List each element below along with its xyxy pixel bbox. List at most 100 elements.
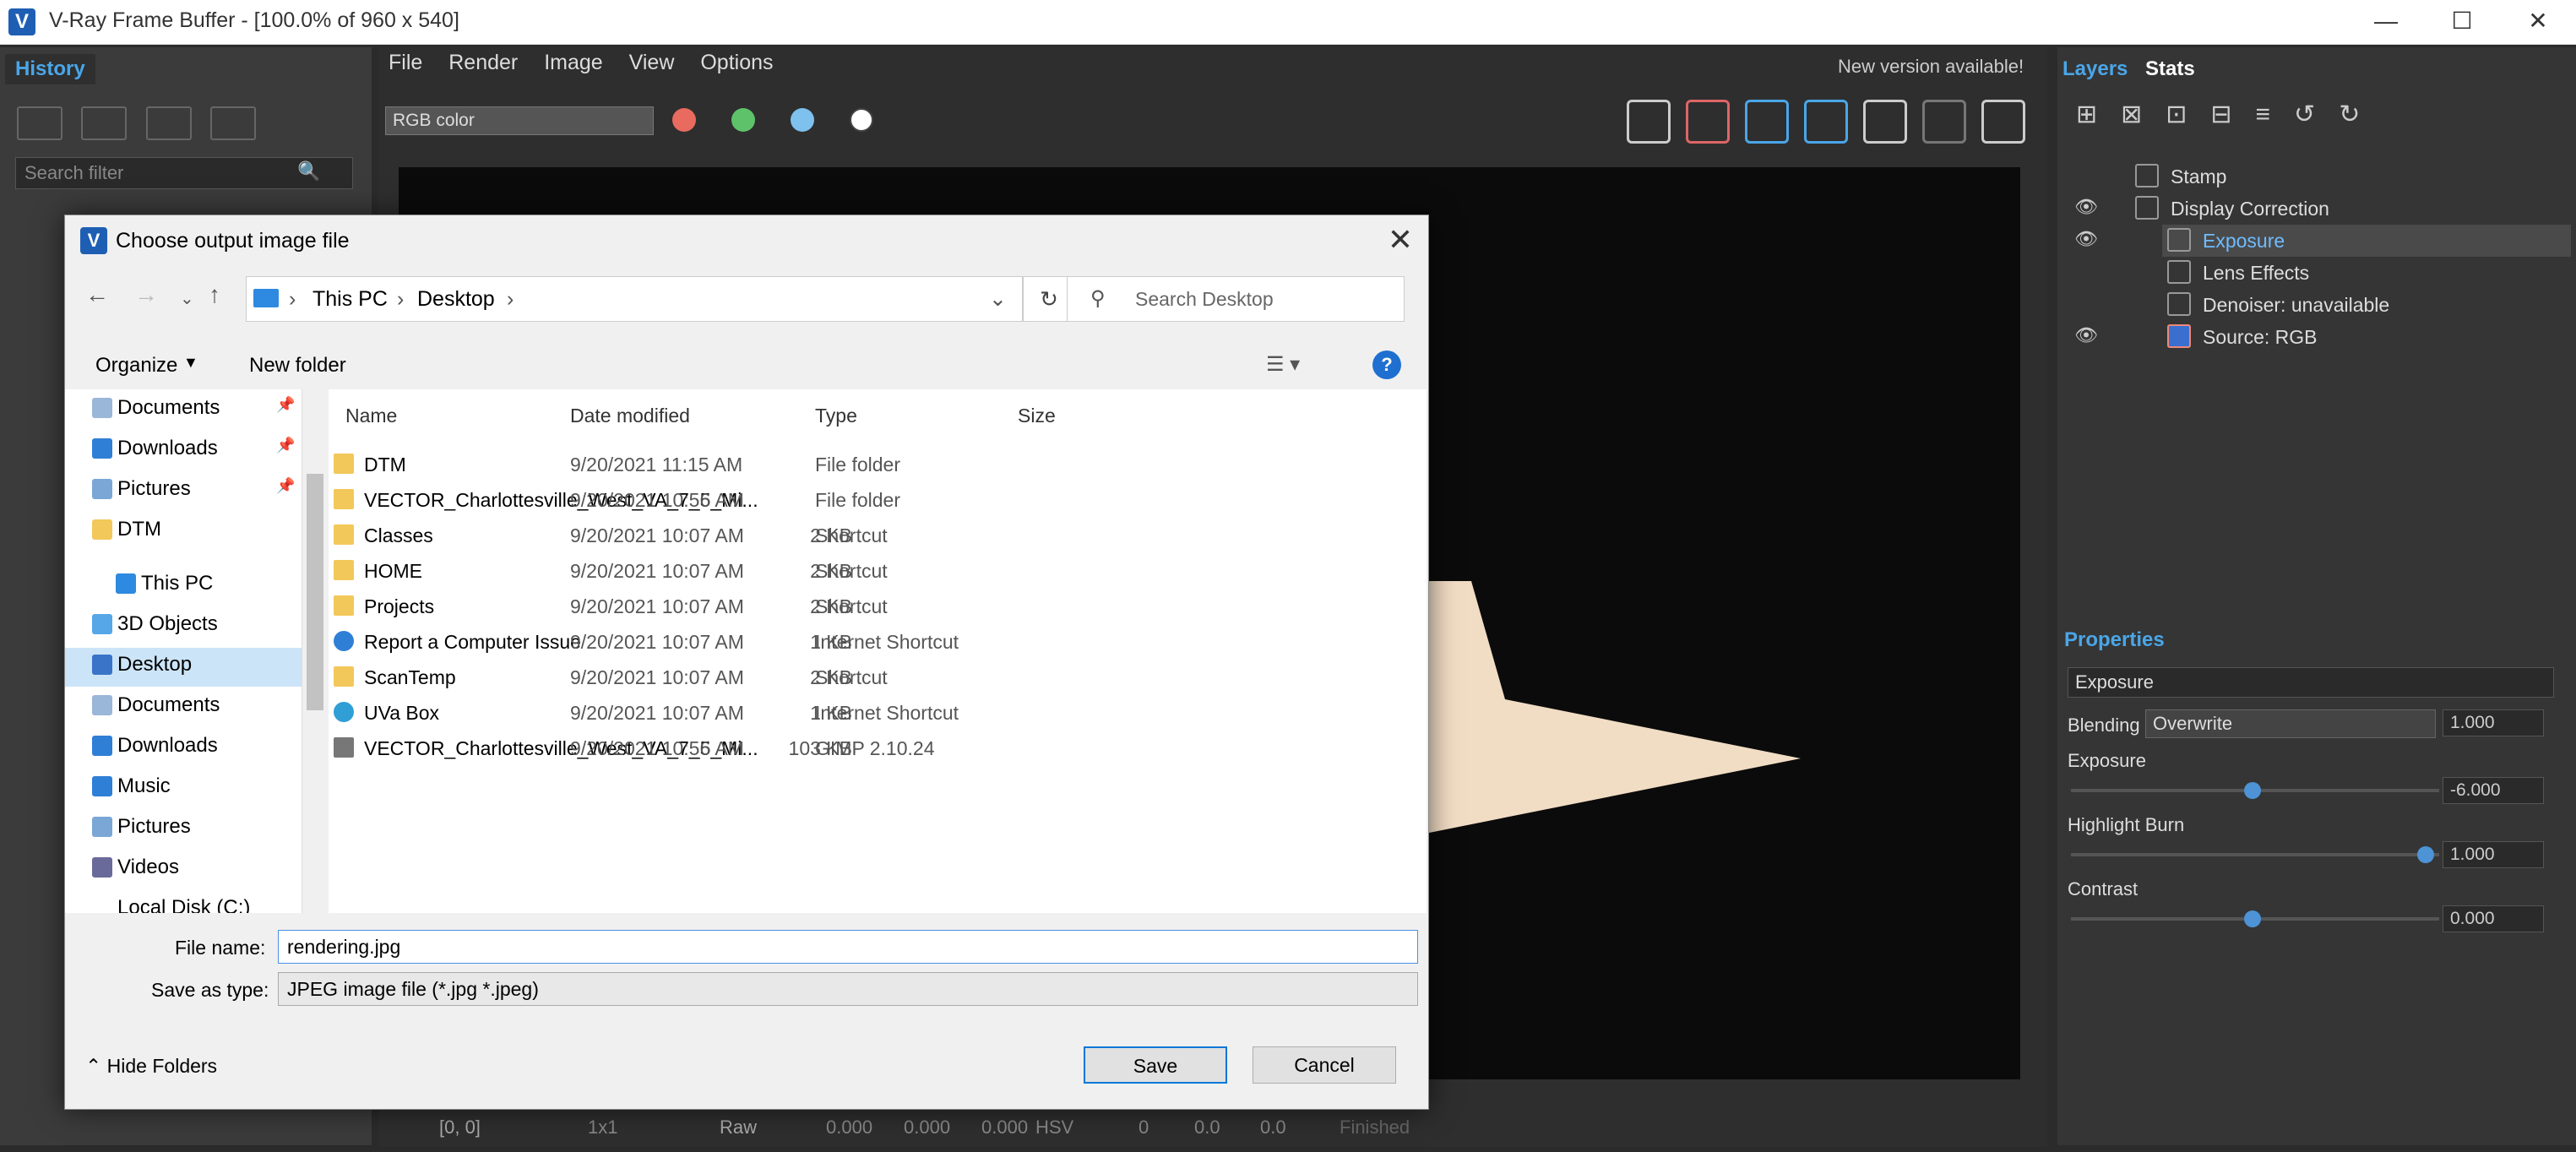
menu-image[interactable]: Image	[544, 51, 602, 74]
close-window-button[interactable]: ✕	[2500, 0, 2576, 44]
blending-amount-spinner[interactable]: 1.000	[2443, 709, 2544, 736]
color-mode-select[interactable]: HSV	[1035, 1117, 1073, 1138]
green-channel-icon[interactable]	[731, 108, 755, 132]
column-date-modified[interactable]: Date modified	[570, 405, 690, 427]
alpha-channel-icon[interactable]	[850, 108, 873, 132]
help-icon[interactable]: ?	[1372, 350, 1401, 379]
contrast-spinner[interactable]: 0.000	[2443, 905, 2544, 932]
dialog-close-icon[interactable]: ✕	[1388, 222, 1413, 258]
contrast-slider-knob[interactable]	[2244, 910, 2261, 927]
nav-item-3d-objects[interactable]: 3D Objects	[92, 612, 218, 636]
zoom-select[interactable]: 1x1	[588, 1117, 617, 1138]
nav-scrollbar-thumb[interactable]	[307, 474, 323, 710]
render-teapot-icon[interactable]	[1981, 100, 2025, 144]
address-bar[interactable]: › This PC › Desktop › ⌄	[246, 276, 1023, 322]
file-row[interactable]: UVa Box 9/20/2021 10:07 AM Internet Shor…	[329, 695, 1173, 731]
organize-menu[interactable]: Organize	[95, 354, 177, 378]
exposure-spinner[interactable]: -6.000	[2443, 777, 2544, 804]
pin-icon: 📌	[276, 396, 296, 413]
new-folder-button[interactable]: New folder	[249, 354, 346, 378]
cancel-button[interactable]: Cancel	[1253, 1046, 1396, 1084]
history-delete-icon[interactable]	[210, 106, 257, 140]
layer-row-selected[interactable]: 👁 Exposure	[2064, 225, 2571, 257]
file-row[interactable]: VECTOR_Charlottesville_West_VA_7_5_Mi...…	[329, 731, 1173, 766]
exposure-slider-knob[interactable]	[2244, 782, 2261, 799]
status-bar: [0, 0] 1x1 Raw 0.000 0.000 0.000 HSV 0 0…	[378, 1105, 2047, 1147]
layer-name-field[interactable]: Exposure	[2068, 667, 2554, 698]
red-channel-icon[interactable]	[672, 108, 696, 132]
minimize-button[interactable]: —	[2348, 0, 2424, 44]
column-type[interactable]: Type	[815, 405, 857, 427]
blue-channel-icon[interactable]	[791, 108, 814, 132]
back-arrow-icon[interactable]: ←	[85, 281, 109, 308]
nav-item-pictures[interactable]: Pictures	[92, 477, 191, 501]
nav-item-desktop[interactable]: Desktop	[92, 653, 192, 677]
nav-scrollbar[interactable]	[303, 389, 327, 913]
region-render-icon[interactable]	[1804, 100, 1848, 144]
eye-icon[interactable]: 👁	[2074, 228, 2098, 250]
file-name-input[interactable]: rendering.jpg	[278, 930, 1418, 964]
region-select-icon[interactable]	[1745, 100, 1789, 144]
highlight-burn-spinner[interactable]: 1.000	[2443, 841, 2544, 868]
new-version-link[interactable]: New version available!	[1838, 56, 2024, 78]
layer-row[interactable]: 👁 Display Correction	[2064, 193, 2571, 225]
hide-folders-button[interactable]: ⌃ Hide Folders	[85, 1055, 217, 1078]
nav-item-this-pc[interactable]: This PC	[116, 572, 213, 595]
interactive-render-icon[interactable]	[1863, 100, 1907, 144]
file-row[interactable]: Classes 9/20/2021 10:07 AM Shortcut 2 KB	[329, 518, 1173, 553]
file-row[interactable]: DTM 9/20/2021 11:15 AM File folder	[329, 447, 1173, 482]
history-load-icon[interactable]	[145, 106, 192, 140]
nav-item-documents[interactable]: Documents	[92, 396, 220, 420]
nav-item-local-disk[interactable]: Local Disk (C:)	[117, 896, 250, 913]
up-arrow-icon[interactable]: ↑	[209, 281, 220, 308]
layer-row[interactable]: Denoiser: unavailable	[2064, 289, 2571, 321]
address-dropdown-icon[interactable]: ⌄	[989, 277, 1007, 321]
column-name[interactable]: Name	[345, 405, 397, 427]
history-tab[interactable]: History	[5, 54, 95, 84]
highlight-burn-knob[interactable]	[2417, 846, 2434, 863]
file-row[interactable]: Report a Computer Issue 9/20/2021 10:07 …	[329, 624, 1173, 660]
history-ab-compare-icon[interactable]	[81, 106, 128, 140]
breadcrumb-this-pc[interactable]: This PC	[312, 277, 388, 321]
stats-tab[interactable]: Stats	[2145, 57, 2195, 81]
file-row[interactable]: Projects 9/20/2021 10:07 AM Shortcut 2 K…	[329, 589, 1173, 624]
breadcrumb-desktop[interactable]: Desktop	[417, 277, 495, 321]
file-row[interactable]: ScanTemp 9/20/2021 10:07 AM Shortcut 2 K…	[329, 660, 1173, 695]
recent-chevron-icon[interactable]: ⌄	[180, 288, 194, 309]
save-image-icon[interactable]	[1627, 100, 1671, 144]
column-size[interactable]: Size	[1018, 405, 1056, 427]
stop-render-icon[interactable]	[1922, 100, 1966, 144]
menu-render[interactable]: Render	[448, 51, 518, 74]
nav-item-videos[interactable]: Videos	[92, 856, 179, 879]
save-button[interactable]: Save	[1084, 1046, 1227, 1084]
nav-item-dtm[interactable]: DTM	[92, 518, 161, 541]
layer-name: Lens Effects	[2203, 262, 2310, 284]
clear-image-icon[interactable]	[1686, 100, 1730, 144]
highlight-burn-slider[interactable]	[2071, 853, 2439, 856]
file-row[interactable]: HOME 9/20/2021 10:07 AM Shortcut 2 KB	[329, 553, 1173, 589]
layer-tools-icons[interactable]: ⊞⊠⊡⊟≡↺↻	[2076, 100, 2383, 129]
history-add-icon[interactable]	[17, 106, 62, 140]
menu-file[interactable]: File	[389, 51, 422, 74]
maximize-button[interactable]: ☐	[2424, 0, 2500, 44]
layers-tab[interactable]: Layers	[2062, 57, 2128, 81]
nav-item-downloads-2[interactable]: Downloads	[92, 734, 218, 758]
nav-item-downloads[interactable]: Downloads	[92, 437, 218, 460]
menu-view[interactable]: View	[629, 51, 675, 74]
layer-row[interactable]: 👁 Source: RGB	[2064, 321, 2571, 353]
forward-arrow-icon[interactable]: →	[134, 281, 158, 308]
save-type-select[interactable]: JPEG image file (*.jpg *.jpeg)	[278, 972, 1418, 1006]
nav-item-pictures-2[interactable]: Pictures	[92, 815, 191, 839]
menu-options[interactable]: Options	[700, 51, 773, 74]
file-row[interactable]: VECTOR_Charlottesville_West_VA_7_5_Mi...…	[329, 482, 1173, 518]
view-options-icon[interactable]: ☰ ▾	[1266, 352, 1300, 377]
desktop-search-input[interactable]: Search Desktop	[1067, 276, 1405, 322]
layer-row[interactable]: Stamp	[2064, 160, 2571, 193]
channel-select[interactable]: RGB color	[385, 106, 654, 135]
nav-item-documents-2[interactable]: Documents	[92, 693, 220, 717]
eye-icon[interactable]: 👁	[2074, 196, 2098, 218]
eye-icon[interactable]: 👁	[2074, 324, 2098, 346]
nav-item-music[interactable]: Music	[92, 774, 171, 798]
layer-row[interactable]: Lens Effects	[2064, 257, 2571, 289]
blending-select[interactable]: Overwrite	[2145, 709, 2436, 738]
